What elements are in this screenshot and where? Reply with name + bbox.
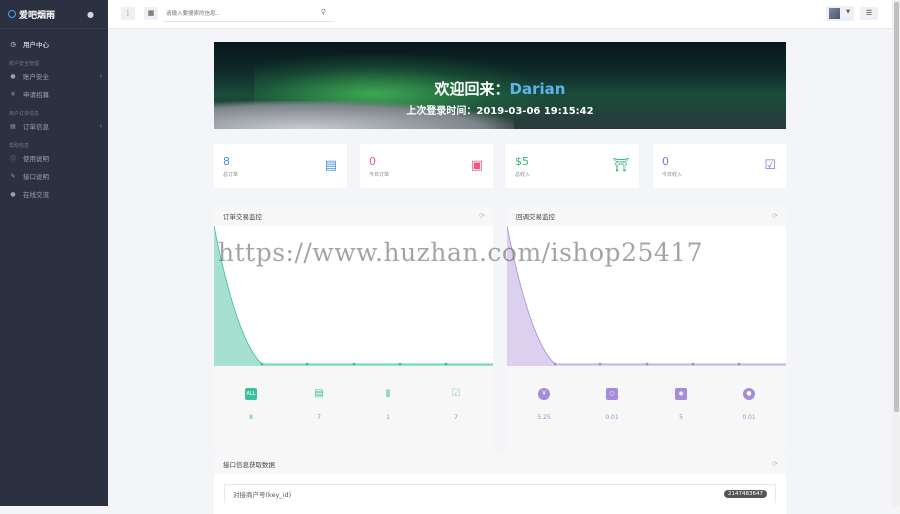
order-count-doc: 7 bbox=[317, 414, 321, 421]
stat-value: $5 bbox=[515, 155, 529, 168]
wechat-icon: ○ bbox=[606, 388, 618, 400]
drop-icon[interactable]: ● bbox=[87, 10, 94, 19]
all-icon: ALL bbox=[245, 388, 257, 400]
card-icon: ▤ bbox=[324, 158, 337, 173]
refresh-icon[interactable]: ⟳ bbox=[772, 212, 778, 220]
sidebar-item-label: 接口说明 bbox=[23, 173, 49, 181]
clipboard-check-icon: ☑ bbox=[451, 388, 461, 399]
api-info-row: 对接商户号(key_id) 2147483647 bbox=[224, 484, 776, 503]
watermark: https://www.huzhan.com/ishop25417 bbox=[218, 238, 704, 267]
sidebar-item-account-security[interactable]: ● 账户安全 › bbox=[0, 67, 108, 85]
topbar: ⋮ ▦ ⚲ ▼ ☰ bbox=[108, 0, 892, 29]
key-id-badge: 2147483647 bbox=[724, 490, 767, 498]
users-icon: ● bbox=[10, 190, 16, 198]
info-icon: ⓘ bbox=[9, 155, 16, 163]
search-input[interactable] bbox=[164, 6, 308, 22]
sidebar-item-label: 用户中心 bbox=[23, 41, 49, 49]
scrollbar[interactable] bbox=[892, 0, 900, 506]
key-id-label: 对接商户号(key_id) bbox=[233, 491, 292, 499]
pencil-icon: ✎ bbox=[10, 172, 16, 180]
brand-name: 爱吧烟雨 bbox=[19, 10, 56, 21]
order-count-all: 8 bbox=[249, 414, 253, 421]
avatar bbox=[829, 8, 840, 19]
doc-icon: ▤ bbox=[314, 388, 324, 399]
last-login-label: 上次登录时间： bbox=[406, 106, 477, 117]
gauge-icon: ◷ bbox=[10, 40, 16, 48]
refresh-icon[interactable]: ⟳ bbox=[479, 212, 485, 220]
sidebar-item-orders[interactable]: ▤ 订单信息 › bbox=[0, 117, 108, 135]
stat-card-total-income: $5 总收入 ⛩ bbox=[506, 144, 639, 188]
sidebar-item-chat[interactable]: ● 在线交流 bbox=[0, 185, 108, 203]
search-icon[interactable]: ⚲ bbox=[321, 8, 326, 16]
callback-qq: 0.01 bbox=[742, 414, 756, 421]
chevron-right-icon: › bbox=[99, 122, 102, 130]
main-content: 欢迎回来：Darian 上次登录时间：2019-03-06 19:15:42 8… bbox=[108, 28, 892, 514]
stat-card-total-orders: 8 总订单 ▤ bbox=[214, 144, 347, 188]
brand[interactable]: 爱吧烟雨 ● bbox=[0, 0, 108, 29]
user-menu[interactable]: ▼ bbox=[826, 6, 854, 21]
sidebar-item-usage[interactable]: ⓘ 使用说明 bbox=[0, 149, 108, 167]
stat-label: 总订单 bbox=[223, 172, 239, 178]
sidebar-item-api-docs[interactable]: ✎ 接口说明 bbox=[0, 167, 108, 185]
sidebar-item-label: 使用说明 bbox=[23, 155, 49, 163]
callback-wechat: 0.01 bbox=[605, 414, 619, 421]
bank-icon: ⛩ bbox=[612, 158, 629, 173]
clipboard-icon: ▮ bbox=[385, 388, 391, 399]
user-icon: ● bbox=[10, 72, 16, 80]
stat-label: 今日收入 bbox=[662, 172, 683, 178]
logo-icon bbox=[8, 10, 16, 18]
callback-alipay: 5 bbox=[679, 414, 683, 421]
yen-circle-icon: ¥ bbox=[538, 388, 550, 400]
panel-title: 回调交易监控 bbox=[516, 213, 555, 221]
stat-label: 今日订单 bbox=[369, 172, 390, 178]
menu-dots-button[interactable]: ⋮ bbox=[121, 7, 135, 20]
sidebar-item-label: 在线交流 bbox=[23, 191, 49, 199]
stat-value: 0 bbox=[369, 155, 376, 168]
panel-title: 接口信息获取数据 bbox=[223, 461, 275, 469]
welcome-text: 欢迎回来： bbox=[434, 80, 510, 98]
callback-summary: ¥ 5.25 ○ 0.01 ◉ 5 ● 0.01 bbox=[507, 366, 786, 452]
stat-value: 8 bbox=[223, 155, 230, 168]
sidebar-item-user-center[interactable]: ◷ 用户中心 bbox=[0, 35, 108, 53]
callback-total: 5.25 bbox=[537, 414, 551, 421]
list-icon: ▤ bbox=[10, 122, 16, 130]
calendar-icon: ▣ bbox=[470, 158, 483, 173]
stat-label: 总收入 bbox=[515, 172, 531, 178]
check-square-icon: ☑ bbox=[764, 158, 776, 173]
nav-group-label: 账户安全管理 bbox=[9, 61, 40, 67]
sidebar-item-label: 订单信息 bbox=[23, 123, 49, 131]
order-count-checked: 7 bbox=[454, 414, 458, 421]
sidebar: 爱吧烟雨 ● ◷ 用户中心 账户安全管理 ● 账户安全 › ¥ 申请招募 用户订单信息 … bbox=[0, 0, 108, 506]
grid-toggle-button[interactable]: ▦ bbox=[144, 7, 158, 20]
chevron-right-icon: › bbox=[99, 72, 102, 80]
yen-icon: ¥ bbox=[11, 90, 15, 98]
order-count-clipboard: 1 bbox=[386, 414, 390, 421]
nav-group-label: 用户订单信息 bbox=[9, 111, 40, 117]
nav-group-label: 帮助信息 bbox=[9, 143, 30, 149]
stat-card-today-income: 0 今日收入 ☑ bbox=[653, 144, 786, 188]
panel-title: 订单交易监控 bbox=[223, 213, 262, 221]
last-login: 上次登录时间：2019-03-06 19:15:42 bbox=[214, 102, 786, 117]
sidebar-item-label: 账户安全 bbox=[23, 73, 49, 81]
qq-icon: ● bbox=[743, 388, 755, 400]
last-login-time: 2019-03-06 19:15:42 bbox=[476, 106, 594, 117]
sidebar-item-apply[interactable]: ¥ 申请招募 bbox=[0, 85, 108, 103]
stat-value: 0 bbox=[662, 155, 669, 168]
stat-card-today-orders: 0 今日订单 ▣ bbox=[360, 144, 493, 188]
alipay-icon: ◉ bbox=[675, 388, 687, 400]
scrollbar-thumb[interactable] bbox=[893, 2, 899, 412]
side-panel-toggle-button[interactable]: ☰ bbox=[860, 7, 878, 20]
api-info-panel: 接口信息获取数据 ⟳ 对接商户号(key_id) 2147483647 bbox=[214, 454, 786, 514]
welcome-title: 欢迎回来：Darian bbox=[214, 78, 786, 99]
username: Darian bbox=[509, 80, 566, 98]
sidebar-item-label: 申请招募 bbox=[23, 91, 49, 99]
welcome-banner: 欢迎回来：Darian 上次登录时间：2019-03-06 19:15:42 bbox=[214, 42, 786, 129]
search-box: ⚲ bbox=[164, 6, 334, 22]
refresh-icon[interactable]: ⟳ bbox=[772, 460, 778, 468]
order-summary: ALL 8 ▤ 7 ▮ 1 ☑ 7 bbox=[214, 366, 493, 452]
chevron-down-icon: ▼ bbox=[846, 9, 850, 15]
